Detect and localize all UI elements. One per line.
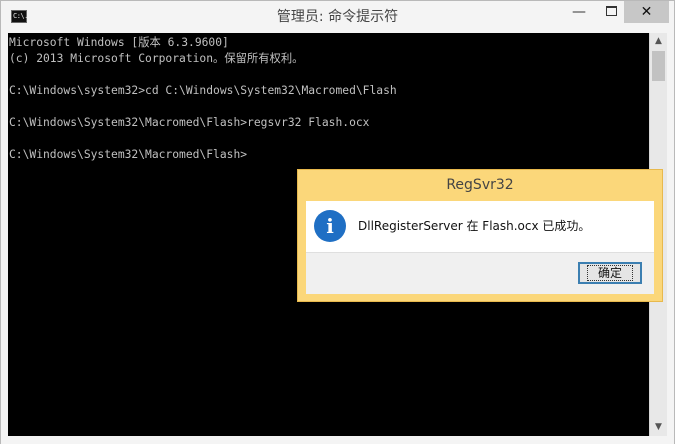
scrollbar-thumb[interactable] <box>652 51 665 81</box>
regsvr32-dialog: RegSvr32 i DllRegisterServer 在 Flash.ocx… <box>297 169 663 302</box>
console-line: C:\Windows\System32\Macromed\Flash>regsv… <box>9 116 370 129</box>
window-bottom-border <box>1 436 674 444</box>
info-icon: i <box>314 210 346 242</box>
console-line: C:\Windows\System32\Macromed\Flash> <box>9 148 248 161</box>
close-icon: ✕ <box>640 4 653 20</box>
scroll-up-icon[interactable]: ▲ <box>650 33 667 50</box>
title-bar[interactable]: C:\. 管理员: 命令提示符 — ✕ <box>1 1 674 33</box>
dialog-message: DllRegisterServer 在 Flash.ocx 已成功。 <box>358 219 591 233</box>
dialog-body: i DllRegisterServer 在 Flash.ocx 已成功。 确定 <box>306 201 654 294</box>
scroll-down-icon[interactable]: ▼ <box>650 419 667 436</box>
maximize-button[interactable] <box>596 1 626 23</box>
console-line: C:\Windows\system32>cd C:\Windows\System… <box>9 84 397 97</box>
console-line: Microsoft Windows [版本 6.3.9600] <box>9 36 229 49</box>
dialog-button-area: 确定 <box>306 252 654 294</box>
minimize-button[interactable]: — <box>564 1 594 23</box>
ok-button-label: 确定 <box>586 265 633 281</box>
dialog-title: RegSvr32 <box>446 177 514 193</box>
console-text: Microsoft Windows [版本 6.3.9600] (c) 2013… <box>8 33 649 163</box>
minimize-icon: — <box>572 4 586 20</box>
dialog-message-area: i DllRegisterServer 在 Flash.ocx 已成功。 <box>306 201 654 252</box>
ok-button[interactable]: 确定 <box>578 262 642 284</box>
maximize-icon <box>605 6 617 16</box>
console-line: (c) 2013 Microsoft Corporation。保留所有权利。 <box>9 52 304 65</box>
close-button[interactable]: ✕ <box>624 1 669 23</box>
